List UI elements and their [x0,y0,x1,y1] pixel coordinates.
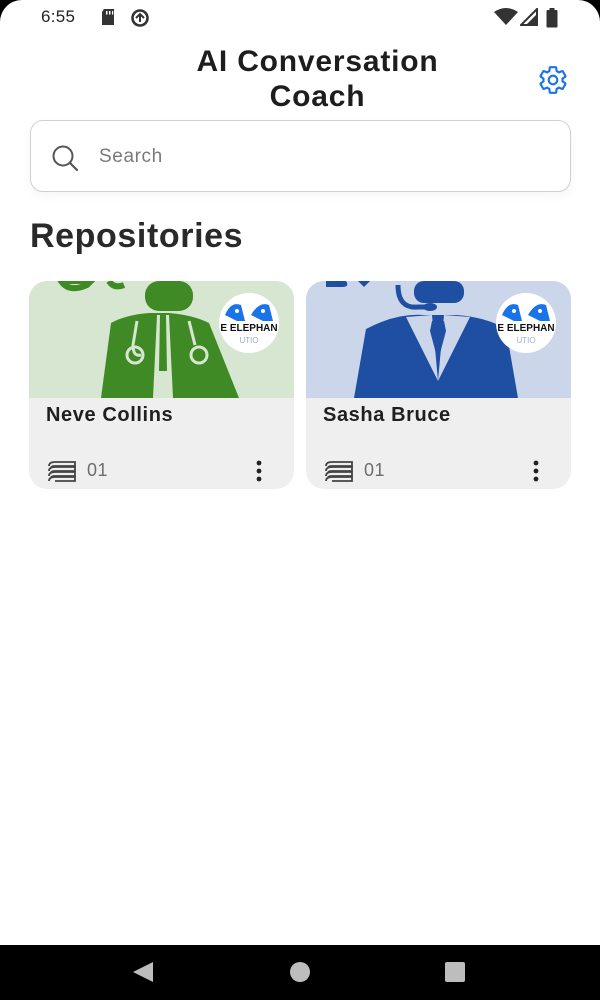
card-title: Neve Collins [46,404,174,426]
svg-text:UTIO: UTIO [516,336,535,345]
repository-card[interactable]: E ELEPHAN UTIO Sasha Bruce 01 [306,281,571,489]
svg-text:UTIO: UTIO [239,336,258,345]
signal-icon [520,8,538,26]
search-bar[interactable] [30,120,571,192]
home-icon[interactable] [288,961,312,983]
avatar: E ELEPHAN UTIO [306,281,571,398]
search-input[interactable] [99,141,539,173]
app-title: AI Conversation Coach [196,45,439,113]
card-title: Sasha Bruce [323,404,451,426]
elephant-logo-icon: E ELEPHAN UTIO [497,304,555,345]
back-icon[interactable] [131,961,155,983]
status-time: 6:55 [41,7,76,26]
navigation-bar [0,945,600,1000]
company-logo: E ELEPHAN UTIO [496,293,556,353]
data-saver-icon [131,9,149,27]
recents-icon[interactable] [444,961,466,983]
status-bar: 6:55 [0,0,600,34]
more-vertical-icon[interactable] [525,459,547,485]
company-logo: E ELEPHAN UTIO [219,293,279,353]
avatar: E ELEPHAN UTIO [29,281,294,398]
app-screen: 6:55 AI Conversation Coach Search Reposi… [0,0,600,945]
svg-text:E ELEPHAN: E ELEPHAN [497,323,554,334]
stack-icon [48,461,76,482]
elephant-logo-icon: E ELEPHAN UTIO [220,304,278,345]
section-title: Repositories [30,217,244,255]
wifi-icon [494,8,518,25]
more-vertical-icon[interactable] [248,459,270,485]
search-icon [52,145,79,172]
gear-icon [539,66,567,94]
card-count: 01 [87,460,109,480]
repository-card[interactable]: E ELEPHAN UTIO Neve Collins 01 [29,281,294,489]
card-count: 01 [364,460,386,480]
stack-icon [325,461,353,482]
svg-text:E ELEPHAN: E ELEPHAN [220,323,277,334]
sd-card-icon [102,9,114,25]
battery-icon [546,8,558,28]
settings-button[interactable] [537,64,569,96]
